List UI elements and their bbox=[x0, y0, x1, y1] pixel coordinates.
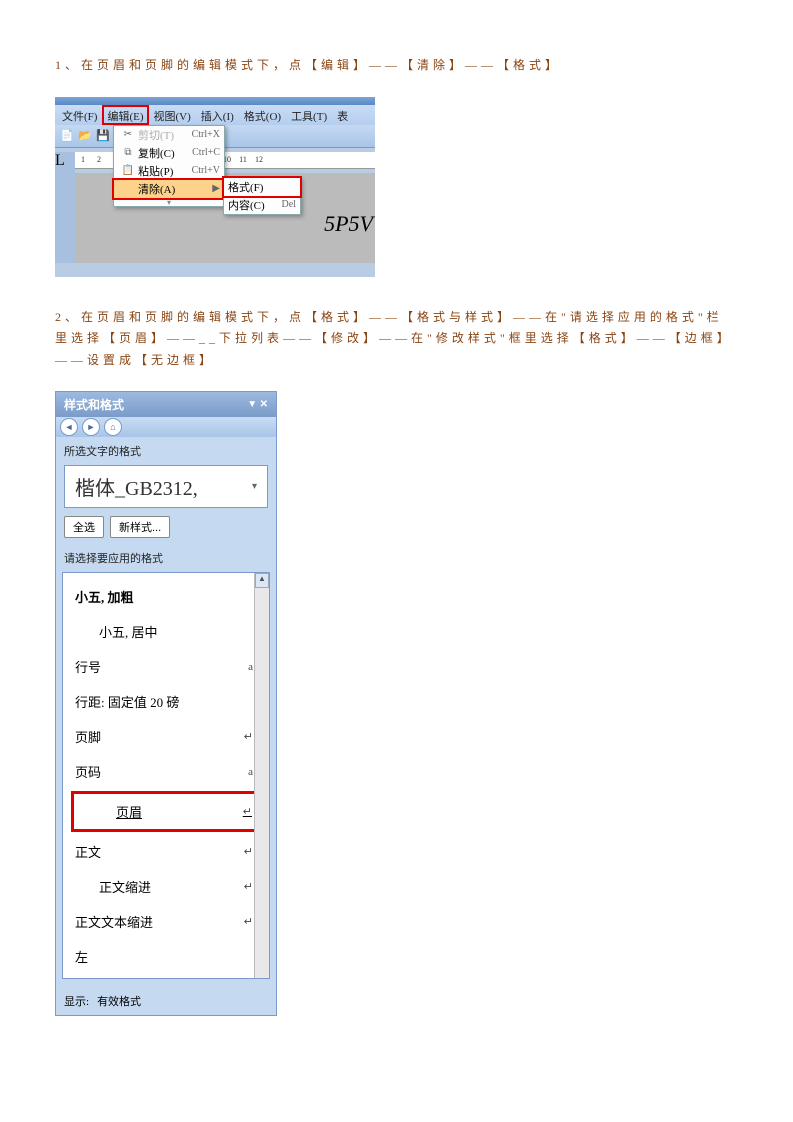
current-format-text: 楷体_GB2312, bbox=[75, 472, 198, 501]
pick-format-label: 请选择要应用的格式 bbox=[56, 544, 276, 572]
menu-edit[interactable]: 编辑(E) bbox=[102, 105, 148, 125]
instruction-2: 2、在页眉和页脚的编辑模式下，点【格式】——【格式与样式】——在"请选择应用的格… bbox=[55, 307, 738, 372]
paste-icon: 📋 bbox=[118, 165, 138, 176]
dropdown-arrow-icon[interactable]: ▼ ✕ bbox=[247, 399, 268, 410]
menu-clear[interactable]: 清除(A) ▶ bbox=[112, 178, 226, 200]
nav-back-icon[interactable]: ◄ bbox=[60, 418, 78, 436]
pane-nav: ◄ ► ⌂ bbox=[56, 417, 276, 437]
show-value[interactable]: 有效格式 bbox=[97, 993, 141, 1009]
menu-copy[interactable]: ⧉ 复制(C) Ctrl+C bbox=[114, 144, 224, 162]
style-symbol-icon: a bbox=[248, 766, 253, 778]
style-item[interactable]: 页脚 ↵ bbox=[73, 719, 255, 754]
style-item-label: 正文缩进 bbox=[99, 877, 151, 896]
submenu-arrow-icon: ▶ bbox=[212, 183, 220, 194]
menu-table[interactable]: 表 bbox=[332, 105, 353, 125]
style-item[interactable]: 行距: 固定值 20 磅 bbox=[73, 684, 255, 719]
screenshot-edit-menu: 文件(F) 编辑(E) 视图(V) 插入(I) 格式(O) 工具(T) 表 📄 … bbox=[55, 97, 375, 277]
format-dropdown-icon[interactable]: ▾ bbox=[252, 481, 257, 492]
style-item-label: 正文 bbox=[75, 842, 101, 861]
screenshot-styles-pane: 样式和格式 ▼ ✕ ◄ ► ⌂ 所选文字的格式 楷体_GB2312, ▾ 全选 … bbox=[55, 391, 277, 1016]
clear-submenu: 格式(F) 内容(C) Del bbox=[223, 177, 301, 215]
style-symbol-icon: ↵ bbox=[243, 805, 252, 818]
scrollbar[interactable]: ▲ bbox=[254, 573, 269, 978]
left-ruler-col: L bbox=[55, 152, 75, 263]
titlebar bbox=[55, 97, 375, 105]
style-item[interactable]: 小五, 加粗 bbox=[73, 579, 255, 614]
menu-format[interactable]: 格式(O) bbox=[239, 105, 286, 125]
select-all-button[interactable]: 全选 bbox=[64, 516, 104, 538]
current-format-label: 所选文字的格式 bbox=[56, 437, 276, 465]
show-row: 显示: 有效格式 bbox=[56, 987, 276, 1015]
current-format-box[interactable]: 楷体_GB2312, ▾ bbox=[64, 465, 268, 508]
new-style-button[interactable]: 新样式... bbox=[110, 516, 170, 538]
style-item[interactable]: 页码 a bbox=[73, 754, 255, 789]
menu-file[interactable]: 文件(F) bbox=[57, 105, 102, 125]
style-symbol-icon: ↵ bbox=[244, 880, 253, 893]
style-item[interactable]: 左, 左侧: 0 厘米, 悬挂 bbox=[73, 974, 255, 979]
style-list: 小五, 加粗小五, 居中行号a行距: 固定值 20 磅页脚↵页码a页眉↵正文↵正… bbox=[62, 572, 270, 979]
style-symbol-icon: a bbox=[248, 661, 253, 673]
copy-icon: ⧉ bbox=[118, 147, 138, 158]
style-item[interactable]: 行号 a bbox=[73, 649, 255, 684]
new-doc-icon[interactable]: 📄 bbox=[59, 128, 75, 144]
style-item-label: 页眉 bbox=[116, 802, 142, 821]
nav-fwd-icon[interactable]: ► bbox=[82, 418, 100, 436]
nav-home-icon[interactable]: ⌂ bbox=[104, 418, 122, 436]
pane-title-text: 样式和格式 bbox=[64, 396, 124, 413]
style-symbol-icon: ↵ bbox=[244, 730, 253, 743]
style-item-label: 行距: 固定值 20 磅 bbox=[75, 692, 179, 711]
style-item-label: 页脚 bbox=[75, 727, 101, 746]
submenu-format[interactable]: 格式(F) bbox=[222, 176, 302, 198]
show-label: 显示: bbox=[64, 993, 89, 1009]
open-icon[interactable]: 📂 bbox=[77, 128, 93, 144]
style-item[interactable]: 正文文本缩进 ↵ bbox=[73, 904, 255, 939]
doc-text: 5P5V bbox=[324, 211, 373, 237]
style-item-label: 小五, 加粗 bbox=[75, 587, 134, 606]
pane-title: 样式和格式 ▼ ✕ bbox=[56, 392, 276, 417]
menu-insert[interactable]: 插入(I) bbox=[196, 105, 239, 125]
menubar: 文件(F) 编辑(E) 视图(V) 插入(I) 格式(O) 工具(T) 表 bbox=[55, 105, 375, 125]
menu-tools[interactable]: 工具(T) bbox=[286, 105, 332, 125]
menu-view[interactable]: 视图(V) bbox=[149, 105, 196, 125]
style-item[interactable]: 正文缩进 ↵ bbox=[73, 869, 255, 904]
instruction-1: 1、在页眉和页脚的编辑模式下，点【编辑】——【清除】——【格式】 bbox=[55, 55, 738, 77]
save-icon[interactable]: 💾 bbox=[95, 128, 111, 144]
style-item[interactable]: 页眉 ↵ bbox=[71, 791, 257, 832]
edit-dropdown: ✂ 剪切(T) Ctrl+X ⧉ 复制(C) Ctrl+C 📋 粘贴(P) Ct… bbox=[113, 125, 225, 207]
submenu-content[interactable]: 内容(C) Del bbox=[224, 196, 300, 214]
style-item-label: 左 bbox=[75, 947, 88, 966]
menu-cut[interactable]: ✂ 剪切(T) Ctrl+X bbox=[114, 126, 224, 144]
scroll-up-icon[interactable]: ▲ bbox=[255, 573, 269, 588]
style-item[interactable]: 正文 ↵ bbox=[73, 834, 255, 869]
style-item[interactable]: 小五, 居中 bbox=[73, 614, 255, 649]
style-item-label: 小五, 居中 bbox=[99, 622, 158, 641]
style-symbol-icon: ↵ bbox=[244, 845, 253, 858]
style-item-label: 页码 bbox=[75, 762, 101, 781]
cut-icon: ✂ bbox=[118, 129, 138, 140]
style-symbol-icon: ↵ bbox=[244, 915, 253, 928]
style-item-label: 正文文本缩进 bbox=[75, 912, 153, 931]
style-item-label: 行号 bbox=[75, 657, 101, 676]
style-item[interactable]: 左 bbox=[73, 939, 255, 974]
